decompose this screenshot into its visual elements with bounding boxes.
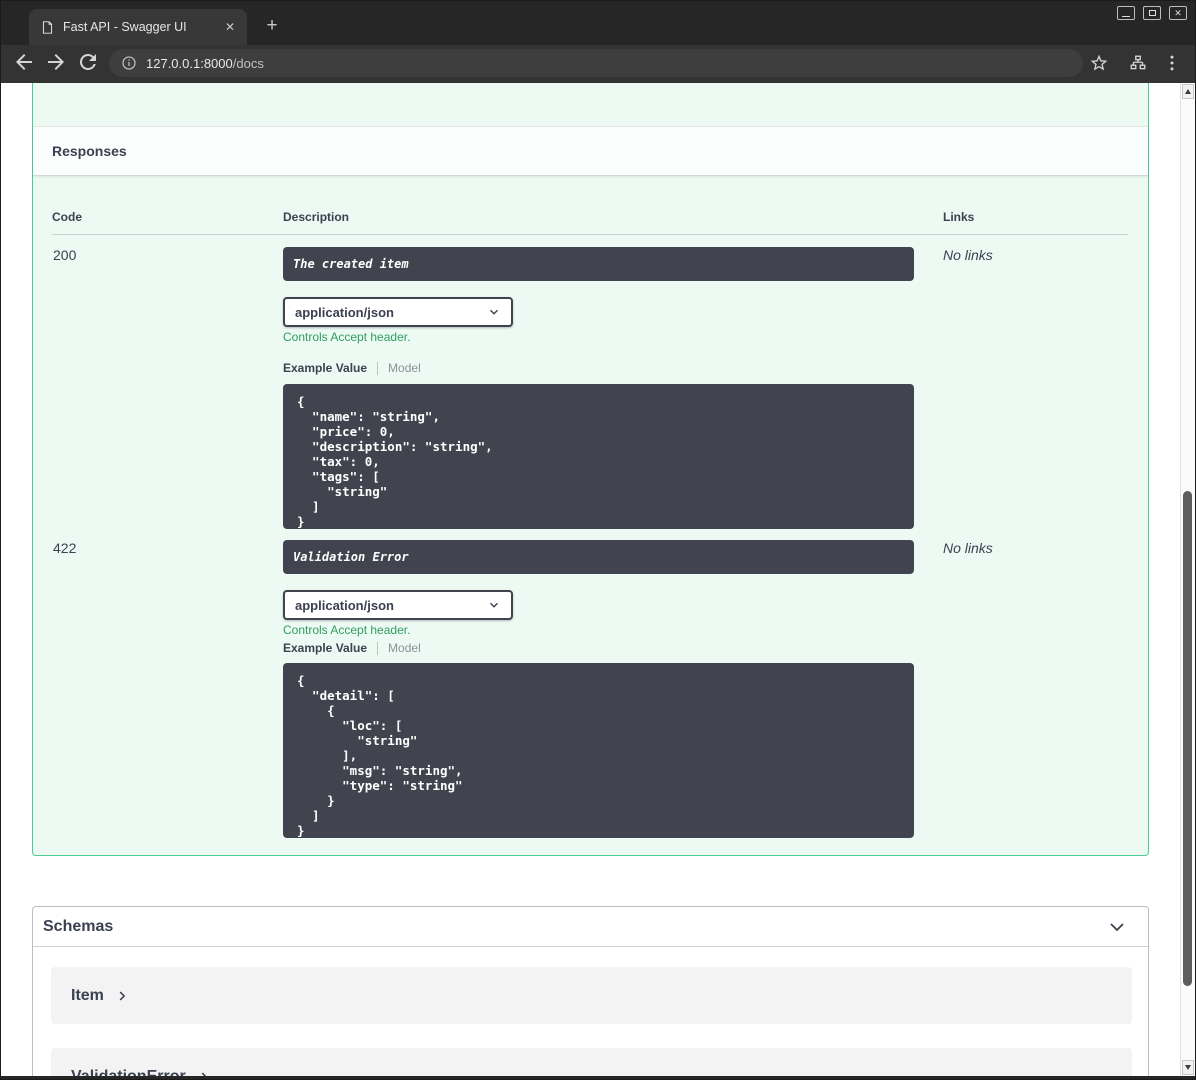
expand-chevron-icon	[119, 991, 126, 1000]
browser-titlebar: Fast API - Swagger UI ✕ + ✕	[1, 1, 1195, 45]
kebab-menu-icon	[1170, 55, 1174, 71]
response-description-box-200: The created item	[283, 247, 914, 281]
maximize-button[interactable]	[1143, 6, 1161, 20]
table-header-divider	[52, 234, 1128, 235]
model-name-validationerror: ValidationError	[71, 1067, 186, 1077]
bookmark-star-button[interactable]	[1089, 53, 1109, 73]
response-links-422: No links	[943, 540, 993, 556]
tab-title: Fast API - Swagger UI	[63, 20, 187, 34]
chevron-down-icon	[490, 602, 498, 608]
example-json-200: { "name": "string", "price": 0, "descrip…	[283, 384, 914, 529]
scroll-up-button[interactable]	[1182, 84, 1194, 99]
column-header-code: Code	[52, 210, 82, 224]
schemas-title: Schemas	[43, 917, 114, 935]
model-name-item: Item	[71, 986, 104, 1004]
window-frame-bottom	[1, 1076, 1195, 1079]
response-description-text-422: Validation Error	[293, 550, 409, 564]
media-type-value-422: application/json	[295, 597, 394, 613]
url-text: 127.0.0.1:8000/docs	[146, 56, 264, 71]
scroll-down-icon	[1185, 1065, 1191, 1070]
sitemap-icon	[1130, 55, 1146, 70]
response-links-200: No links	[943, 247, 993, 263]
response-description-box-422: Validation Error	[283, 540, 914, 574]
scrollbar-thumb[interactable]	[1183, 491, 1192, 986]
swagger-page: Responses Code Description Links 200 The…	[1, 83, 1180, 1076]
example-json-422: { "detail": [ { "loc": [ "string" ], "ms…	[283, 663, 914, 838]
tab-divider	[377, 361, 379, 375]
column-header-description: Description	[283, 210, 350, 224]
response-code-200: 200	[53, 247, 77, 263]
minimize-icon	[1122, 16, 1130, 17]
address-bar[interactable]: 127.0.0.1:8000/docs	[109, 49, 1083, 77]
back-arrow-icon	[16, 54, 32, 70]
tab-divider	[377, 641, 379, 655]
maximize-icon	[1148, 10, 1156, 16]
url-path: /docs	[232, 55, 264, 71]
column-header-links: Links	[943, 210, 975, 224]
response-description-text-200: The created item	[293, 257, 409, 271]
scroll-down-button[interactable]	[1182, 1060, 1194, 1075]
collapse-chevron-icon[interactable]	[1107, 917, 1127, 937]
reload-icon	[79, 53, 96, 70]
page-scrollbar[interactable]	[1180, 83, 1195, 1076]
forward-button[interactable]	[44, 50, 68, 74]
tab-model-200[interactable]: Model	[388, 361, 421, 375]
schemas-header[interactable]: Schemas	[33, 907, 1148, 947]
tab-favicon-icon	[42, 20, 53, 34]
new-tab-button[interactable]: +	[261, 15, 283, 37]
tab-close-icon[interactable]: ✕	[221, 18, 239, 36]
reload-button[interactable]	[76, 50, 100, 74]
tab-model-422[interactable]: Model	[388, 641, 421, 655]
tab-example-value-422[interactable]: Example Value	[283, 641, 367, 655]
model-item[interactable]: Item	[51, 967, 1132, 1024]
media-type-select-422[interactable]: application/json	[283, 590, 513, 620]
model-validationerror[interactable]: ValidationError	[51, 1048, 1132, 1076]
browser-tab[interactable]: Fast API - Swagger UI ✕	[29, 9, 247, 45]
tab-groups-button[interactable]	[1129, 54, 1147, 72]
star-icon	[1090, 54, 1108, 71]
scroll-up-icon	[1185, 89, 1191, 94]
window-controls: ✕	[1117, 6, 1187, 20]
responses-title: Responses	[52, 143, 127, 159]
close-button[interactable]: ✕	[1169, 6, 1187, 20]
browser-window: Fast API - Swagger UI ✕ + ✕ 127.0.0.1:80…	[0, 0, 1196, 1080]
accept-header-note-200: Controls Accept header.	[283, 330, 411, 344]
chevron-down-icon	[490, 309, 498, 315]
tab-example-value-200[interactable]: Example Value	[283, 361, 367, 375]
site-info-icon	[122, 56, 136, 70]
media-type-select-200[interactable]: application/json	[283, 297, 513, 327]
back-button[interactable]	[12, 50, 36, 74]
url-host: 127.0.0.1:8000	[146, 55, 233, 71]
example-model-tabs-422: Example Value Model	[283, 640, 421, 656]
response-code-422: 422	[53, 540, 77, 556]
close-icon: ✕	[1174, 7, 1182, 18]
media-type-value-200: application/json	[295, 304, 394, 320]
responses-section-header: Responses	[33, 126, 1148, 176]
minimize-button[interactable]	[1117, 6, 1135, 20]
forward-arrow-icon	[48, 54, 64, 70]
example-model-tabs-200: Example Value Model	[283, 360, 421, 376]
schemas-section: Schemas Item ValidationError	[32, 906, 1149, 1076]
accept-header-note-422: Controls Accept header.	[283, 623, 411, 637]
menu-button[interactable]	[1162, 53, 1182, 73]
operation-block: Responses Code Description Links 200 The…	[32, 83, 1149, 856]
